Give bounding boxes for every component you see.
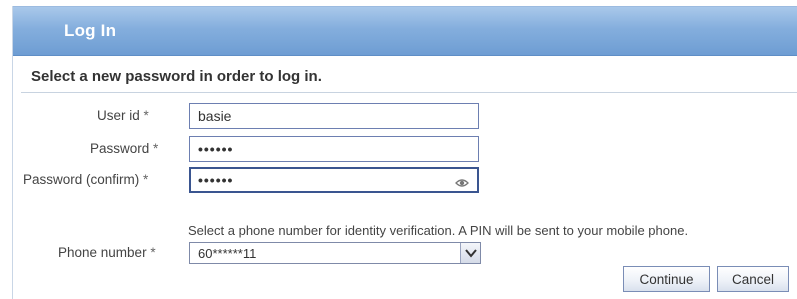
cancel-button[interactable]: Cancel xyxy=(717,266,789,292)
intro-text: Select a new password in order to log in… xyxy=(31,68,322,85)
password-confirm-input[interactable] xyxy=(189,167,479,193)
phone-number-label-text: Phone number xyxy=(58,245,147,260)
divider xyxy=(21,92,797,93)
dialog-title: Log In xyxy=(64,21,117,40)
password-reveal-icon[interactable] xyxy=(455,177,469,189)
chevron-down-icon xyxy=(465,249,477,258)
dialog-titlebar: Log In xyxy=(13,6,797,56)
phone-dropdown-button[interactable] xyxy=(460,243,480,263)
required-marker: * xyxy=(143,108,149,123)
continue-button[interactable]: Continue xyxy=(623,266,710,292)
password-label: Password * xyxy=(90,141,158,156)
user-id-label-text: User id xyxy=(97,108,140,123)
login-page: Log In Select a new password in order to… xyxy=(0,0,797,299)
phone-verification-note: Select a phone number for identity verif… xyxy=(188,223,689,238)
required-marker: * xyxy=(150,245,156,260)
password-input[interactable] xyxy=(189,136,479,162)
user-id-input[interactable] xyxy=(189,103,479,129)
required-marker: * xyxy=(143,172,149,187)
phone-number-select[interactable]: 60******11 xyxy=(189,242,481,264)
phone-number-value: 60******11 xyxy=(198,246,257,261)
required-marker: * xyxy=(153,141,159,156)
password-confirm-label-text: Password (confirm) xyxy=(23,172,140,187)
password-label-text: Password xyxy=(90,141,150,156)
login-dialog: Log In Select a new password in order to… xyxy=(12,6,797,299)
phone-number-label: Phone number * xyxy=(58,245,156,260)
password-confirm-label: Password (confirm) * xyxy=(23,172,148,187)
user-id-label: User id * xyxy=(97,108,149,123)
